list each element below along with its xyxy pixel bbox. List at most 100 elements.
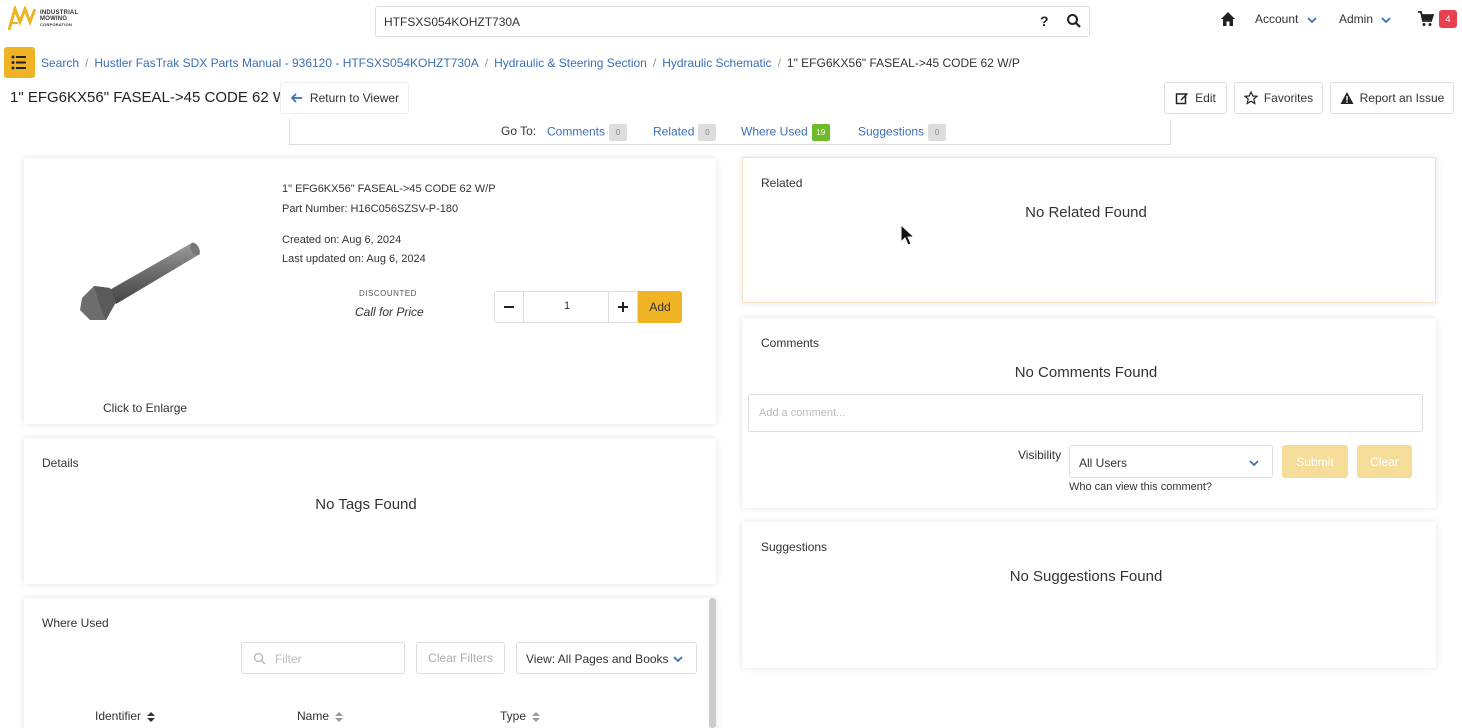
cart-icon[interactable] xyxy=(1418,11,1434,27)
goto-comments-count: 0 xyxy=(609,124,628,141)
home-icon[interactable] xyxy=(1220,11,1236,27)
goto-suggestions-link[interactable]: Suggestions 0 xyxy=(858,124,947,141)
related-empty-message: No Related Found xyxy=(1025,204,1147,221)
where-used-scrollbar[interactable] xyxy=(709,598,716,728)
goto-suggestions-count: 0 xyxy=(928,124,947,141)
mouse-cursor-icon xyxy=(900,224,916,246)
breadcrumb-section[interactable]: Hydraulic & Steering Section xyxy=(494,56,647,70)
breadcrumb-search[interactable]: Search xyxy=(41,56,79,70)
help-icon[interactable]: ? xyxy=(1040,13,1049,29)
click-to-enlarge-label[interactable]: Click to Enlarge xyxy=(103,401,187,415)
breadcrumb-separator: / xyxy=(652,56,657,70)
edit-icon xyxy=(1175,93,1189,105)
suggestions-title: Suggestions xyxy=(761,540,828,554)
return-label: Return to Viewer xyxy=(309,91,400,105)
suggestions-card xyxy=(742,522,1436,668)
related-title: Related xyxy=(761,176,803,190)
comment-input[interactable]: Add a comment... xyxy=(748,394,1423,432)
top-bar: INDUSTRIAL MOWING CORPORATION ? Account … xyxy=(0,0,1462,44)
account-label: Account xyxy=(1255,12,1299,26)
list-icon xyxy=(11,55,26,70)
clear-comment-button[interactable]: Clear xyxy=(1357,445,1412,478)
quantity-stepper: 1 xyxy=(494,291,638,323)
report-issue-button[interactable]: Report an Issue xyxy=(1330,82,1454,114)
view-select[interactable]: View: All Pages and Books xyxy=(516,642,697,674)
column-identifier-label: Identifier xyxy=(95,709,142,723)
search-box: ? xyxy=(375,6,1090,37)
visibility-label: Visibility xyxy=(1018,448,1062,462)
quantity-decrease-button[interactable] xyxy=(495,292,524,322)
admin-menu[interactable]: Admin xyxy=(1339,12,1392,26)
sidebar-menu-button[interactable] xyxy=(4,47,35,78)
page-title: 1" EFG6KX56" FASEAL->45 CODE 62 W/P xyxy=(10,89,302,106)
edit-label: Edit xyxy=(1195,91,1216,105)
goto-related-count: 0 xyxy=(698,124,717,141)
breadcrumb-current: 1" EFG6KX56" FASEAL->45 CODE 62 W/P xyxy=(786,56,1020,70)
quantity-input[interactable]: 1 xyxy=(525,300,609,312)
favorites-label: Favorites xyxy=(1263,91,1314,105)
report-label: Report an Issue xyxy=(1359,91,1445,105)
company-logo[interactable]: INDUSTRIAL MOWING CORPORATION xyxy=(7,4,118,34)
column-header-identifier[interactable]: Identifier xyxy=(95,709,156,723)
where-used-title: Where Used xyxy=(42,616,109,630)
column-type-label: Type xyxy=(500,709,527,723)
related-card xyxy=(742,157,1436,303)
sort-icon xyxy=(335,711,344,722)
star-icon xyxy=(1243,91,1258,105)
suggestions-empty-message: No Suggestions Found xyxy=(1009,568,1163,585)
filter-placeholder: Filter xyxy=(275,652,302,666)
goto-related-link[interactable]: Related 0 xyxy=(653,124,717,141)
search-icon[interactable] xyxy=(1066,13,1082,29)
goto-label: Go To: xyxy=(501,124,537,138)
filter-input[interactable]: Filter xyxy=(241,642,405,674)
breadcrumb-parts-manual[interactable]: Hustler FasTrak SDX Parts Manual - 93612… xyxy=(94,56,478,70)
details-empty-message: No Tags Found xyxy=(315,496,417,513)
submit-comment-button[interactable]: Submit xyxy=(1282,445,1348,478)
cart-count-badge: 4 xyxy=(1439,10,1457,28)
warning-icon xyxy=(1340,92,1354,104)
goto-where-used-count: 19 xyxy=(811,124,830,141)
plus-icon xyxy=(618,302,628,312)
breadcrumb-separator: / xyxy=(484,56,489,70)
arrow-left-icon xyxy=(290,93,302,103)
sort-icon xyxy=(147,711,156,722)
part-number: Part Number: H16C056SZSV-P-180 xyxy=(282,203,459,215)
updated-date: Last updated on: Aug 6, 2024 xyxy=(282,253,426,265)
search-input[interactable] xyxy=(384,13,1024,31)
view-select-label: View: All Pages and Books xyxy=(526,652,669,666)
part-name: 1" EFG6KX56" FASEAL->45 CODE 62 W/P xyxy=(282,183,496,195)
goto-where-used-link[interactable]: Where Used 19 xyxy=(741,124,830,141)
return-to-viewer-button[interactable]: Return to Viewer xyxy=(280,82,409,114)
column-header-name[interactable]: Name xyxy=(297,709,344,723)
goto-suggestions-label: Suggestions xyxy=(858,124,925,139)
goto-bar: Go To: Comments 0 Related 0 Where Used 19 S… xyxy=(289,119,1171,145)
account-menu[interactable]: Account xyxy=(1255,12,1318,26)
price-label: Call for Price xyxy=(355,305,424,319)
clear-filters-button[interactable]: Clear Filters xyxy=(416,642,505,674)
logo-line-3: CORPORATION xyxy=(40,22,72,27)
add-to-cart-button[interactable]: Add xyxy=(638,291,682,323)
goto-comments-link[interactable]: Comments 0 xyxy=(547,124,628,141)
sort-icon xyxy=(532,711,541,722)
comments-empty-message: No Comments Found xyxy=(1014,364,1158,381)
visibility-value: All Users xyxy=(1079,456,1128,470)
search-icon xyxy=(253,652,266,665)
admin-label: Admin xyxy=(1339,12,1374,26)
comment-placeholder: Add a comment... xyxy=(759,407,846,419)
details-title: Details xyxy=(42,456,79,470)
breadcrumb-separator: / xyxy=(777,56,781,70)
minus-icon xyxy=(504,306,514,308)
quantity-increase-button[interactable] xyxy=(608,292,637,322)
visibility-help-text: Who can view this comment? xyxy=(1069,481,1213,493)
discounted-label: DISCOUNTED xyxy=(359,289,417,298)
breadcrumb-schematic[interactable]: Hydraulic Schematic xyxy=(662,56,771,70)
goto-comments-label: Comments xyxy=(547,124,606,139)
favorites-button[interactable]: Favorites xyxy=(1234,82,1323,114)
column-header-type[interactable]: Type xyxy=(500,709,541,723)
part-image[interactable] xyxy=(78,240,208,330)
logo-text: INDUSTRIAL MOWING CORPORATION xyxy=(40,10,78,28)
goto-where-used-label: Where Used xyxy=(741,124,808,139)
edit-button[interactable]: Edit xyxy=(1164,82,1227,114)
created-date: Created on: Aug 6, 2024 xyxy=(282,234,402,246)
visibility-select[interactable]: All Users xyxy=(1069,445,1273,478)
